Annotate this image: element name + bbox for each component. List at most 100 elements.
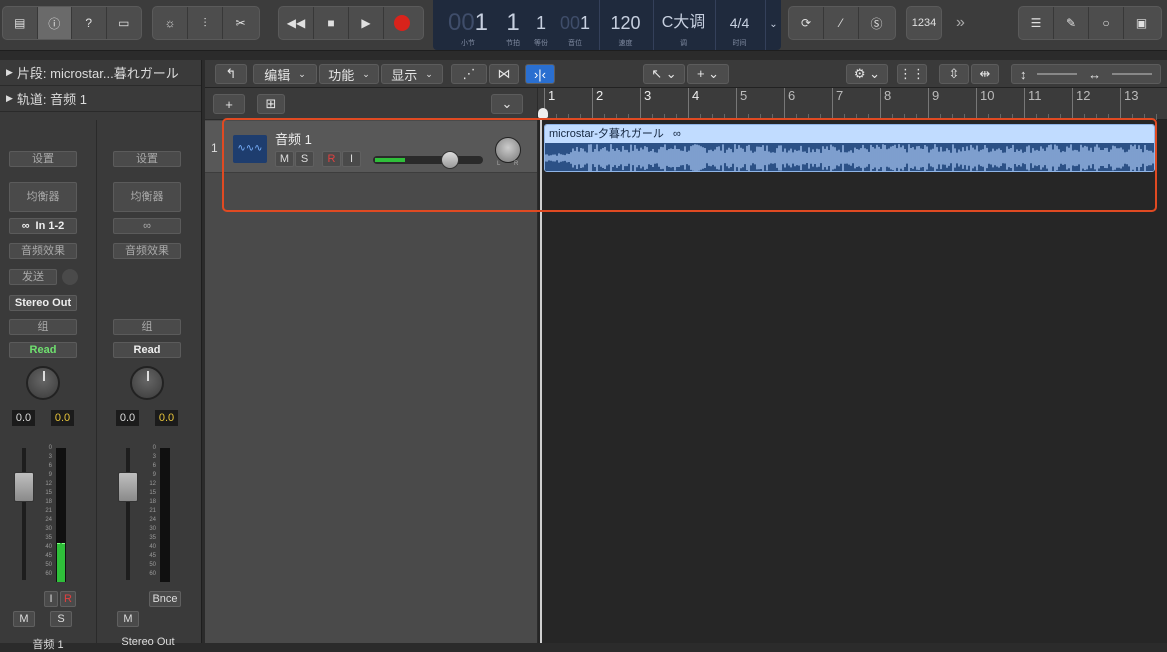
sends-slot[interactable]: 发送 bbox=[9, 269, 57, 285]
tick-value: 1 bbox=[580, 13, 591, 33]
key-value: C大调 bbox=[661, 14, 706, 31]
cycle-icon[interactable]: ⟳ bbox=[789, 7, 824, 39]
solo-button[interactable]: S bbox=[50, 611, 72, 627]
volume-fader-track[interactable] bbox=[22, 448, 26, 580]
fit-vertical-icon[interactable]: ⇳ bbox=[939, 64, 969, 84]
volume-fader-handle[interactable] bbox=[118, 472, 138, 502]
output-slot[interactable]: Stereo Out bbox=[9, 295, 77, 311]
automation-slot[interactable]: Read bbox=[113, 342, 181, 358]
inspector-icon[interactable]: ⓘ bbox=[37, 7, 72, 39]
horizontal-zoom-slider[interactable] bbox=[1111, 73, 1152, 75]
loop-browser-icon[interactable]: ○ bbox=[1089, 7, 1124, 39]
mixer-icon[interactable]: ⫶ bbox=[188, 7, 223, 39]
tuner-icon[interactable]: ⁄ bbox=[824, 7, 859, 39]
settings-gear-icon[interactable]: ⚙ ⌄ bbox=[846, 64, 888, 84]
ruler-bar-label: 6 bbox=[784, 88, 795, 120]
view-menu[interactable]: 显示 ⌄ bbox=[381, 64, 443, 84]
play-icon[interactable]: ▶ bbox=[349, 7, 384, 39]
catch-playhead-icon[interactable]: ›|‹ bbox=[525, 64, 555, 84]
bar-ruler[interactable]: 1 2 3 4 5 6 7 8 9 10 11 12 13 bbox=[538, 88, 1167, 120]
view-menu-label: 显示 bbox=[391, 67, 418, 83]
vertical-zoom-slider[interactable] bbox=[1037, 73, 1078, 75]
disclosure-triangle-icon: ▶ bbox=[6, 67, 13, 77]
scale-tick: 9 bbox=[48, 472, 52, 478]
tick-label: 音位 bbox=[568, 40, 582, 47]
playhead-marker-icon[interactable] bbox=[538, 108, 548, 118]
chevron-down-icon: ⌄ bbox=[298, 68, 306, 79]
new-folder-icon[interactable]: ⊞ bbox=[257, 94, 285, 114]
rewind-icon[interactable]: ◀◀ bbox=[279, 7, 314, 39]
toolbar-toggle-icon[interactable]: ▭ bbox=[107, 7, 141, 39]
scale-tick: 21 bbox=[149, 508, 156, 514]
back-arrow-icon[interactable]: ↰ bbox=[215, 64, 247, 84]
volume-fader-track[interactable] bbox=[126, 448, 130, 580]
functions-menu[interactable]: 功能 ⌄ bbox=[319, 64, 379, 84]
group-slot[interactable]: 组 bbox=[113, 319, 181, 335]
library-icon[interactable]: ▤ bbox=[3, 7, 38, 39]
editors-icon[interactable]: ✂ bbox=[223, 7, 258, 39]
lcd-display[interactable]: 001 小节 1 节拍 1 等份 001 音位 120 速度 C大调调 4/4 时间 ⌄ bbox=[433, 0, 781, 50]
solo-mode-icon[interactable]: Ⓢ bbox=[859, 7, 894, 39]
sig-value: 4/4 bbox=[729, 15, 750, 31]
input-monitor-button[interactable]: I bbox=[44, 591, 58, 607]
beat-label: 节拍 bbox=[506, 40, 520, 47]
scale-tick: 3 bbox=[152, 454, 156, 460]
level-meter bbox=[160, 448, 170, 582]
marquee-tool-icon[interactable]: + ⌄ bbox=[687, 64, 729, 84]
settings-slot[interactable]: 设置 bbox=[9, 151, 77, 167]
mute-button[interactable]: M bbox=[13, 611, 35, 627]
automation-slot[interactable]: Read bbox=[9, 342, 77, 358]
format-slot[interactable]: ∞ bbox=[113, 218, 181, 234]
track-row-label: 轨道: 音频 1 bbox=[16, 92, 87, 107]
track-inspector-row[interactable]: ▶ 轨道: 音频 1 bbox=[0, 86, 201, 112]
region-inspector-row[interactable]: ▶ 片段: microstar...暮れガール bbox=[0, 60, 201, 86]
add-track-icon[interactable]: + bbox=[213, 94, 245, 114]
list-editors-icon[interactable]: ☰ bbox=[1019, 7, 1054, 39]
ruler-bar-label: 10 bbox=[976, 88, 994, 120]
volume-fader-handle[interactable] bbox=[14, 472, 34, 502]
zoom-sliders[interactable]: ↕ ↔ bbox=[1011, 64, 1161, 84]
beat-value: 1 bbox=[506, 9, 520, 36]
tempo-label: 速度 bbox=[618, 40, 633, 47]
mode-buttons-group: ⟳ ⁄ Ⓢ bbox=[788, 6, 896, 40]
waveform-zoom-icon[interactable]: ⋮⋮ bbox=[897, 64, 927, 84]
settings-slot[interactable]: 设置 bbox=[113, 151, 181, 167]
fit-horizontal-icon[interactable]: ⇹ bbox=[971, 64, 999, 84]
global-tracks-icon[interactable]: ⌄ bbox=[491, 94, 523, 114]
input-slot[interactable]: ∞ In 1-2 bbox=[9, 218, 77, 234]
scale-tick: 12 bbox=[45, 481, 52, 487]
browser-icon[interactable]: ▣ bbox=[1124, 7, 1159, 39]
bounce-button[interactable]: Bnce bbox=[149, 591, 181, 607]
record-enable-button[interactable]: R bbox=[60, 591, 76, 607]
region-row-label: 片段: microstar...暮れガール bbox=[16, 66, 179, 81]
tick-dim: 00 bbox=[559, 13, 580, 33]
eq-slot[interactable]: 均衡器 bbox=[9, 182, 77, 212]
mute-button[interactable]: M bbox=[117, 611, 139, 627]
pan-knob[interactable] bbox=[26, 366, 60, 400]
pan-knob[interactable] bbox=[130, 366, 164, 400]
more-chevron-icon[interactable]: » bbox=[956, 14, 965, 32]
smart-controls-icon[interactable]: ☼ bbox=[153, 7, 188, 39]
count-in-group: 1234 bbox=[906, 6, 942, 40]
record-icon[interactable] bbox=[384, 7, 419, 39]
lcd-chevron-icon[interactable]: ⌄ bbox=[765, 0, 781, 50]
stop-icon[interactable]: ■ bbox=[314, 7, 349, 39]
eq-slot[interactable]: 均衡器 bbox=[113, 182, 181, 212]
tracks-toolbar: ↰ 编辑 ⌄ 功能 ⌄ 显示 ⌄ ⋰ ⋈ ›|‹ ↖ ⌄ + ⌄ ⚙ ⌄ ⋮⋮ ⇳ ⇹… bbox=[205, 60, 1167, 88]
edit-menu-label: 编辑 bbox=[264, 67, 291, 83]
automation-icon[interactable]: ⋰ bbox=[451, 64, 487, 84]
scale-tick: 18 bbox=[149, 499, 156, 505]
pointer-tool-icon[interactable]: ↖ ⌄ bbox=[643, 64, 685, 84]
notepad-icon[interactable]: ✎ bbox=[1054, 7, 1089, 39]
send-knob-icon[interactable] bbox=[62, 269, 78, 285]
scale-tick: 50 bbox=[45, 562, 52, 568]
flex-icon[interactable]: ⋈ bbox=[489, 64, 519, 84]
group-slot[interactable]: 组 bbox=[9, 319, 77, 335]
audio-fx-slot[interactable]: 音频效果 bbox=[9, 243, 77, 259]
bar-value: 1 bbox=[474, 9, 489, 36]
count-in-button[interactable]: 1234 bbox=[907, 7, 941, 39]
audio-fx-slot[interactable]: 音频效果 bbox=[113, 243, 181, 259]
quick-help-icon[interactable]: ? bbox=[72, 7, 107, 39]
edit-menu[interactable]: 编辑 ⌄ bbox=[253, 64, 317, 84]
horizontal-zoom-icon: ↔ bbox=[1088, 66, 1102, 82]
